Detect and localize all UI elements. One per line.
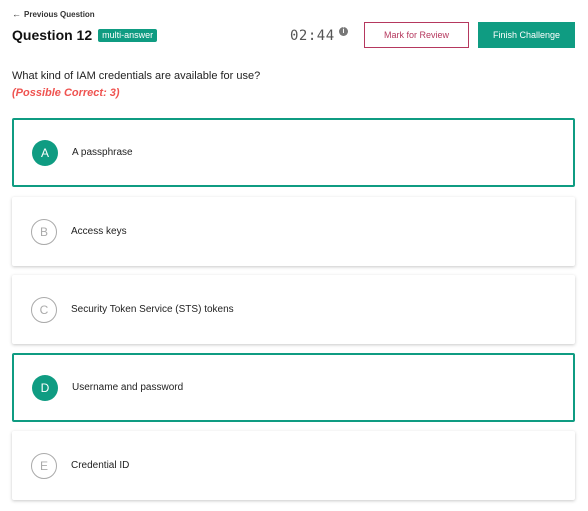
option-letter: C bbox=[31, 296, 57, 323]
question-title: Question 12 bbox=[12, 27, 93, 43]
option-a[interactable]: A A passphrase bbox=[12, 118, 575, 187]
finish-challenge-button[interactable]: Finish Challenge bbox=[478, 22, 575, 48]
question-header: Question 12 multi-answer bbox=[12, 27, 158, 43]
option-text: Credential ID bbox=[71, 460, 130, 471]
countdown-timer: 02:44 bbox=[290, 28, 335, 44]
option-b[interactable]: B Access keys bbox=[12, 197, 575, 266]
previous-question-link[interactable]: ← Previous Question bbox=[12, 9, 95, 20]
possible-correct-hint: (Possible Correct: 3) bbox=[12, 87, 120, 99]
option-e[interactable]: E Credential ID bbox=[12, 431, 575, 500]
option-text: Access keys bbox=[71, 226, 127, 237]
option-letter: D bbox=[32, 374, 58, 401]
mark-for-review-button[interactable]: Mark for Review bbox=[364, 22, 469, 48]
question-text: What kind of IAM credentials are availab… bbox=[12, 70, 261, 82]
option-letter: B bbox=[31, 218, 57, 245]
option-letter: E bbox=[31, 452, 57, 479]
arrow-left-icon: ← bbox=[12, 9, 21, 19]
info-icon[interactable]: i bbox=[339, 27, 348, 36]
option-letter: A bbox=[32, 139, 58, 166]
option-c[interactable]: C Security Token Service (STS) tokens bbox=[12, 275, 575, 344]
previous-question-label: Previous Question bbox=[24, 10, 95, 19]
option-text: Security Token Service (STS) tokens bbox=[71, 304, 234, 315]
option-d[interactable]: D Username and password bbox=[12, 353, 575, 422]
option-text: Username and password bbox=[72, 382, 184, 393]
option-text: A passphrase bbox=[72, 147, 133, 158]
multi-answer-badge: multi-answer bbox=[98, 28, 158, 42]
